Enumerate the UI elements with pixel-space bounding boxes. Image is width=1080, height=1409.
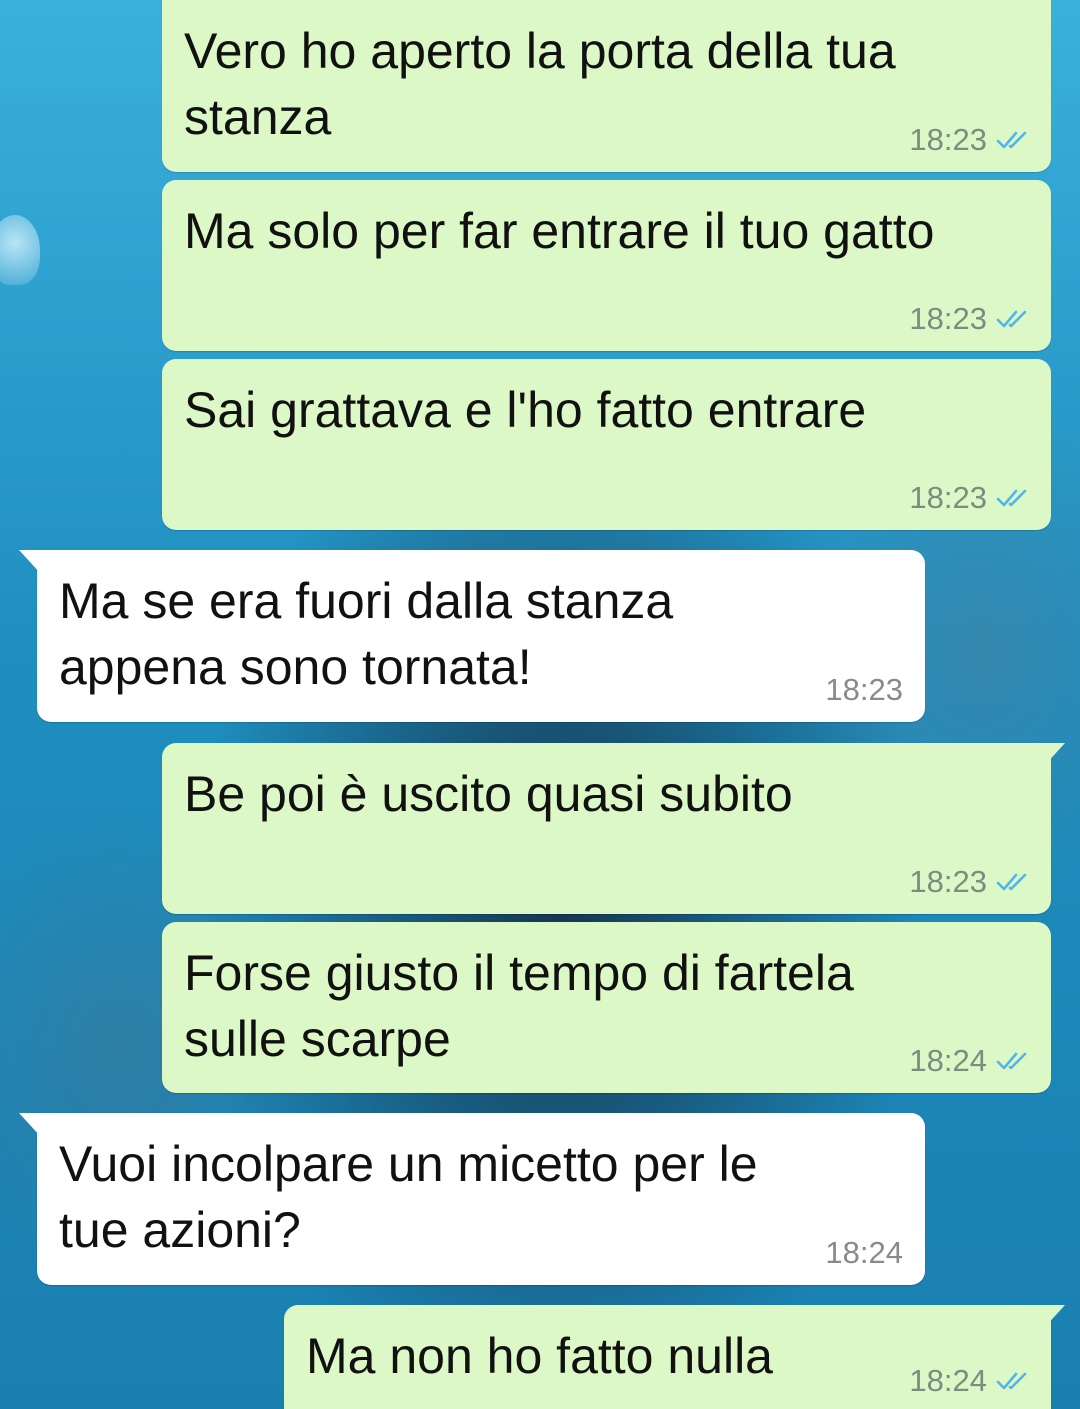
message-text: Forse giusto il tempo di fartela sulle s… (184, 945, 854, 1067)
incoming-message[interactable]: Vuoi incolpare un micetto per le tue azi… (19, 1113, 925, 1285)
message-text: Vuoi incolpare un micetto per le tue azi… (59, 1136, 758, 1258)
message-text: Vero ho aperto la porta della tua stanza (184, 23, 896, 145)
message-time: 18:24 (909, 1043, 987, 1078)
double-check-icon (996, 873, 1027, 891)
message-text: Ma se era fuori dalla stanza appena sono… (59, 573, 674, 695)
bubble-tail (1045, 1305, 1065, 1327)
bubble-tail (19, 550, 41, 574)
double-check-icon (996, 310, 1027, 328)
message-time: 18:23 (825, 672, 903, 707)
message-time: 18:23 (909, 301, 987, 336)
outgoing-message[interactable]: Ma non ho fatto nulla 18:24 (284, 1305, 1065, 1409)
message-text: Be poi è uscito quasi subito (184, 766, 793, 822)
double-check-icon (996, 489, 1027, 507)
outgoing-message[interactable]: Be poi è uscito quasi subito 18:23 (162, 743, 1065, 914)
outgoing-message[interactable]: Sai grattava e l'ho fatto entrare 18:23 (162, 359, 1051, 530)
outgoing-message[interactable]: Ma solo per far entrare il tuo gatto 18:… (162, 180, 1051, 351)
message-meta: 18:23 (909, 480, 1029, 516)
message-text: Sai grattava e l'ho fatto entrare (184, 382, 867, 438)
message-time: 18:24 (909, 1363, 987, 1398)
bubble-tail (19, 1113, 41, 1137)
message-time: 18:23 (909, 864, 987, 899)
incoming-message[interactable]: Ma se era fuori dalla stanza appena sono… (19, 550, 925, 722)
message-meta: 18:23 (909, 301, 1029, 337)
double-check-icon (996, 131, 1027, 149)
message-meta: 18:24 (825, 1235, 903, 1271)
double-check-icon (996, 1372, 1027, 1390)
message-meta: 18:23 (825, 672, 903, 708)
outgoing-message[interactable]: Vero ho aperto la porta della tua stanza… (162, 0, 1051, 172)
message-meta: 18:23 (909, 122, 1029, 158)
message-time: 18:24 (825, 1235, 903, 1270)
message-time: 18:23 (909, 480, 987, 515)
message-meta: 18:24 (909, 1363, 1029, 1399)
message-time: 18:23 (909, 122, 987, 157)
chat-message-list[interactable]: Vero ho aperto la porta della tua stanza… (0, 0, 1080, 1409)
outgoing-message[interactable]: Forse giusto il tempo di fartela sulle s… (162, 922, 1051, 1093)
message-text: Ma solo per far entrare il tuo gatto (184, 203, 935, 259)
message-meta: 18:23 (909, 864, 1029, 900)
message-meta: 18:24 (909, 1043, 1029, 1079)
double-check-icon (996, 1052, 1027, 1070)
bubble-tail (1045, 743, 1065, 765)
